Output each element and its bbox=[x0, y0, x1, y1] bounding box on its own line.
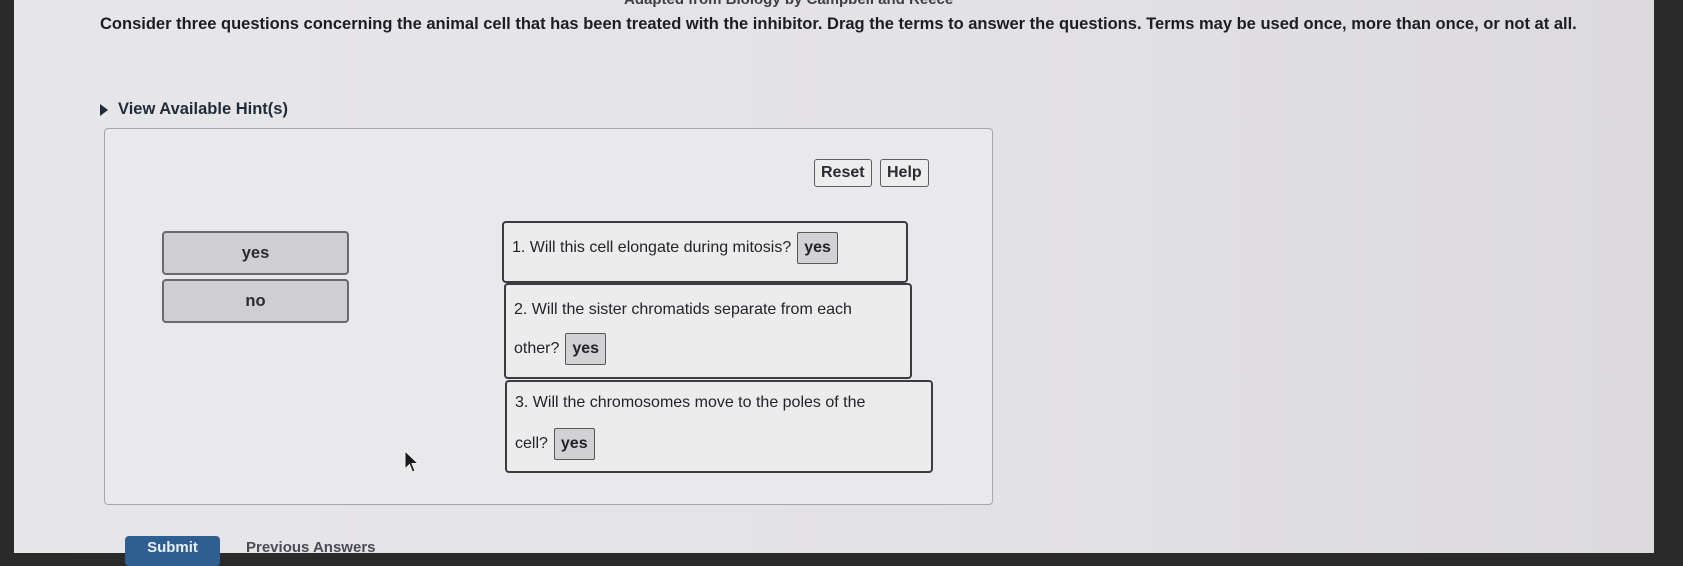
question-3-answer-drop[interactable]: yes bbox=[553, 428, 595, 460]
view-hints-label: View Available Hint(s) bbox=[118, 100, 288, 118]
caret-right-icon bbox=[100, 103, 108, 116]
question-2-text-line2: other? bbox=[514, 340, 560, 357]
question-2-box: 2. Will the sister chromatids separate f… bbox=[504, 283, 912, 379]
previous-answers-link[interactable]: Previous Answers bbox=[246, 539, 376, 556]
term-no[interactable]: no bbox=[162, 279, 349, 323]
view-hints-toggle[interactable]: View Available Hint(s) bbox=[100, 100, 288, 119]
question-1-text: 1. Will this cell elongate during mitosi… bbox=[512, 239, 792, 256]
term-yes[interactable]: yes bbox=[162, 231, 349, 275]
question-3-box: 3. Will the chromosomes move to the pole… bbox=[505, 380, 933, 473]
source-credit: Adapted from Biology by Campbell and Ree… bbox=[624, 0, 953, 8]
reset-button[interactable]: Reset bbox=[814, 159, 872, 187]
question-1-box: 1. Will this cell elongate during mitosi… bbox=[502, 221, 908, 283]
submit-button[interactable]: Submit bbox=[125, 536, 220, 566]
question-1-answer-drop[interactable]: yes bbox=[797, 232, 838, 264]
question-2-text-line1: 2. Will the sister chromatids separate f… bbox=[514, 301, 852, 318]
question-2-answer-drop[interactable]: yes bbox=[565, 333, 607, 365]
help-button[interactable]: Help bbox=[880, 159, 929, 187]
question-3-text-line2: cell? bbox=[515, 435, 548, 452]
screen: Adapted from Biology by Campbell and Ree… bbox=[14, 0, 1654, 566]
mouse-cursor-icon bbox=[404, 450, 420, 473]
question-3-text-line1: 3. Will the chromosomes move to the pole… bbox=[515, 394, 866, 411]
instructions-text: Consider three questions concerning the … bbox=[100, 15, 1577, 33]
